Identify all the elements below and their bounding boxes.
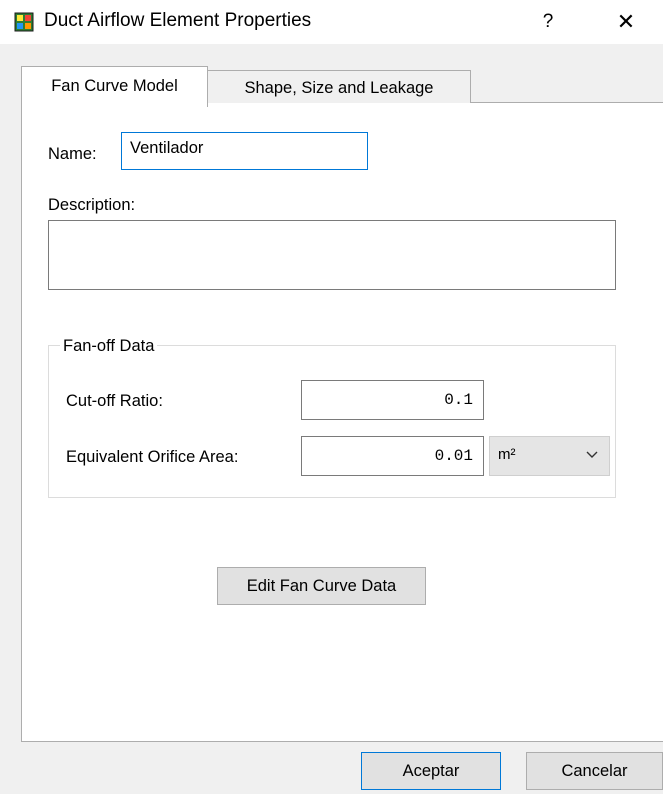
ok-button[interactable]: Aceptar [361, 752, 501, 790]
name-field[interactable]: Ventilador [121, 132, 368, 170]
description-field[interactable] [48, 220, 616, 290]
app-icon [14, 12, 34, 32]
description-label: Description: [48, 196, 136, 214]
chevron-down-icon [586, 451, 598, 458]
cutoff-ratio-field[interactable]: 0.1 [301, 380, 484, 420]
cancel-button[interactable]: Cancelar [526, 752, 663, 790]
orifice-area-field[interactable]: 0.01 [301, 436, 484, 476]
tab-fan-curve-model[interactable]: Fan Curve Model [21, 66, 208, 107]
window-title: Duct Airflow Element Properties [44, 10, 312, 31]
tab-shape-size-leakage[interactable]: Shape, Size and Leakage [207, 70, 471, 103]
close-button[interactable]: ✕ [604, 6, 648, 38]
name-label: Name: [48, 145, 97, 163]
help-button[interactable]: ? [530, 6, 566, 38]
unit-value: m² [498, 446, 516, 463]
unit-select[interactable]: m² [489, 436, 610, 476]
edit-fan-curve-button[interactable]: Edit Fan Curve Data [217, 567, 426, 605]
title-bar: Duct Airflow Element Properties ? ✕ [0, 0, 663, 44]
